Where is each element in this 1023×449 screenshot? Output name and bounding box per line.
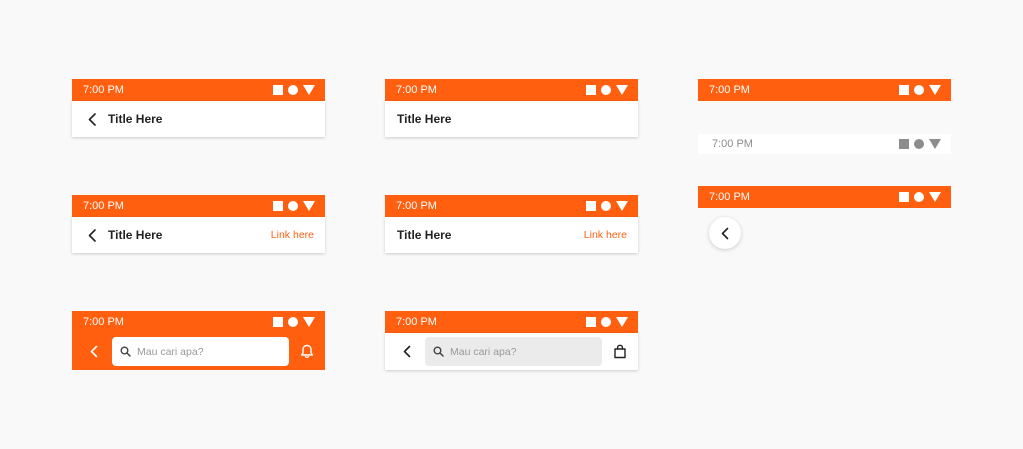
triangle-icon xyxy=(303,317,315,327)
square-icon xyxy=(899,85,909,95)
chevron-left-icon[interactable] xyxy=(86,344,102,360)
app-bar: Title Here Link here xyxy=(72,217,325,253)
floating-back-button[interactable] xyxy=(709,217,741,249)
triangle-icon xyxy=(929,139,941,149)
header-link[interactable]: Link here xyxy=(584,229,627,241)
search-placeholder: Mau cari apa? xyxy=(137,345,204,358)
status-icons xyxy=(899,139,941,149)
triangle-icon xyxy=(303,201,315,211)
square-icon xyxy=(586,201,596,211)
status-time: 7:00 PM xyxy=(396,84,437,96)
status-icons xyxy=(273,317,315,327)
status-bar: 7:00 PM xyxy=(72,195,325,217)
status-bar: 7:00 PM xyxy=(385,79,638,101)
circle-icon xyxy=(288,85,298,95)
search-placeholder: Mau cari apa? xyxy=(450,345,517,358)
status-bar: 7:00 PM xyxy=(72,311,325,333)
status-bar: 7:00 PM xyxy=(385,311,638,333)
status-icons xyxy=(273,201,315,211)
square-icon xyxy=(899,139,909,149)
square-icon xyxy=(899,192,909,202)
status-bar-light: 7:00 PM xyxy=(698,134,951,154)
bell-icon[interactable] xyxy=(299,344,315,360)
status-time: 7:00 PM xyxy=(83,316,124,328)
chevron-left-icon xyxy=(721,227,729,239)
circle-icon xyxy=(914,139,924,149)
triangle-icon xyxy=(616,85,628,95)
page-title: Title Here xyxy=(108,112,163,126)
status-time: 7:00 PM xyxy=(83,84,124,96)
search-icon xyxy=(433,346,444,357)
search-input[interactable]: Mau cari apa? xyxy=(425,337,602,366)
triangle-icon xyxy=(929,85,941,95)
status-time: 7:00 PM xyxy=(712,138,753,150)
app-bar: Mau cari apa? xyxy=(385,333,638,370)
circle-icon xyxy=(601,317,611,327)
status-icons xyxy=(586,201,628,211)
status-bar: 7:00 PM xyxy=(698,79,951,101)
chevron-left-icon[interactable] xyxy=(86,112,98,126)
search-input[interactable]: Mau cari apa? xyxy=(112,337,289,366)
square-icon xyxy=(273,317,283,327)
appbar-search-orange: 7:00 PM Mau cari apa? xyxy=(72,311,325,370)
appbar-back-title: 7:00 PM Title Here xyxy=(72,79,325,137)
page-title: Title Here xyxy=(108,228,163,242)
triangle-icon xyxy=(303,85,315,95)
status-time: 7:00 PM xyxy=(396,316,437,328)
app-bar: Mau cari apa? xyxy=(72,333,325,370)
appbar-search-white: 7:00 PM Mau cari apa? xyxy=(385,311,638,370)
app-bar: Title Here Link here xyxy=(385,217,638,253)
status-bar: 7:00 PM xyxy=(72,79,325,101)
circle-icon xyxy=(601,201,611,211)
status-bar-orange: 7:00 PM xyxy=(698,79,951,101)
circle-icon xyxy=(288,201,298,211)
status-icons xyxy=(586,317,628,327)
circle-icon xyxy=(288,317,298,327)
circle-icon xyxy=(914,85,924,95)
status-time: 7:00 PM xyxy=(396,200,437,212)
triangle-icon xyxy=(616,317,628,327)
status-time: 7:00 PM xyxy=(83,200,124,212)
square-icon xyxy=(586,85,596,95)
circle-icon xyxy=(601,85,611,95)
square-icon xyxy=(273,85,283,95)
header-link[interactable]: Link here xyxy=(271,229,314,241)
status-icons xyxy=(586,85,628,95)
chevron-left-icon[interactable] xyxy=(399,344,415,360)
appbar-back-title-link: 7:00 PM Title Here Link here xyxy=(72,195,325,253)
status-icons xyxy=(899,85,941,95)
app-bar: Title Here xyxy=(72,101,325,137)
square-icon xyxy=(586,317,596,327)
triangle-icon xyxy=(616,201,628,211)
page-title: Title Here xyxy=(397,112,452,126)
status-icons xyxy=(899,192,941,202)
status-bar: 7:00 PM xyxy=(698,134,951,154)
appbar-title-only: 7:00 PM Title Here xyxy=(385,79,638,137)
square-icon xyxy=(273,201,283,211)
status-time: 7:00 PM xyxy=(709,84,750,96)
circle-icon xyxy=(914,192,924,202)
status-bar: 7:00 PM xyxy=(385,195,638,217)
search-icon xyxy=(120,346,131,357)
chevron-left-icon[interactable] xyxy=(86,228,98,242)
app-bar: Title Here xyxy=(385,101,638,137)
shopping-bag-icon[interactable] xyxy=(612,344,628,360)
appbar-title-link: 7:00 PM Title Here Link here xyxy=(385,195,638,253)
triangle-icon xyxy=(929,192,941,202)
status-time: 7:00 PM xyxy=(709,191,750,203)
status-icons xyxy=(273,85,315,95)
page-title: Title Here xyxy=(397,228,452,242)
status-bar: 7:00 PM xyxy=(698,186,951,208)
status-bar-floating-back: 7:00 PM xyxy=(698,186,951,208)
